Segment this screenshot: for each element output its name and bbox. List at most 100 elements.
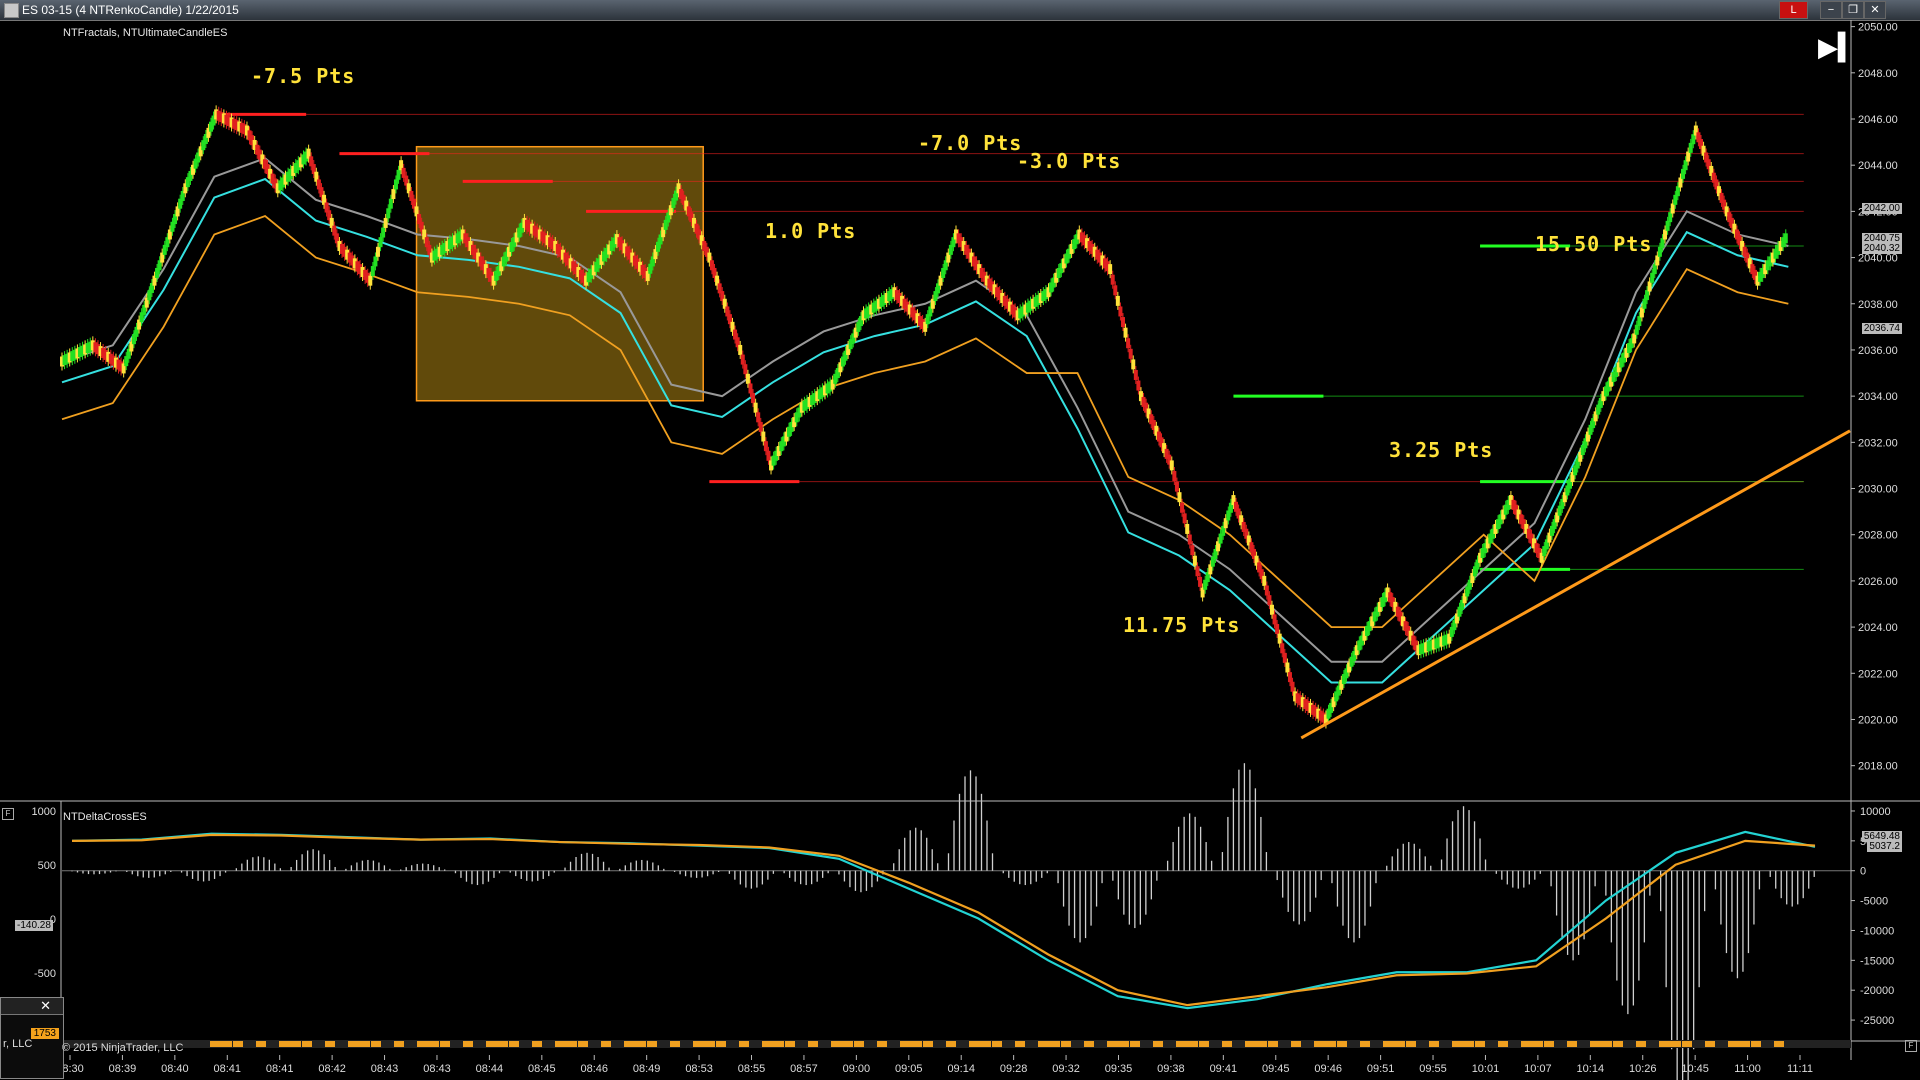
timeline-marker [578, 1041, 588, 1047]
renko-candle [386, 208, 391, 219]
y-tick-label: 2050.00 [1858, 22, 1898, 34]
timeline-marker [394, 1041, 404, 1047]
y-tick-label: 2026.00 [1858, 576, 1898, 588]
renko-candle [1650, 272, 1655, 283]
renko-candle [1131, 359, 1136, 370]
x-tick-label: 08:39 [109, 1063, 137, 1075]
renko-candle [1678, 177, 1683, 188]
timeline-marker [900, 1041, 922, 1047]
y-tick-label: 2044.00 [1858, 160, 1898, 172]
timeline-marker [1452, 1041, 1474, 1047]
timeline-marker [1728, 1041, 1750, 1047]
timeline-marker [1429, 1041, 1439, 1047]
timeline-marker [1038, 1041, 1060, 1047]
skip-to-end-icon[interactable]: ▶▍ [1818, 32, 1858, 63]
timeline-marker [624, 1041, 646, 1047]
left-tick-label: -500 [34, 968, 56, 980]
annotation-pts: 11.75 Pts [1123, 613, 1241, 637]
renko-candle [1174, 481, 1179, 492]
timeline-marker [1590, 1041, 1612, 1047]
renko-candle [1280, 643, 1285, 654]
renko-candle [753, 402, 758, 413]
x-tick-label: 08:42 [318, 1063, 346, 1075]
chart-canvas[interactable]: 2050.00 2048.00 2046.00 2044.00 2042.00 2040.… [0, 0, 1920, 1080]
delta-series-line [71, 833, 1816, 1007]
x-tick-label: 09:38 [1157, 1063, 1185, 1075]
renko-candle [1262, 575, 1267, 586]
x-tick-label: 08:41 [214, 1063, 242, 1075]
mini-window[interactable]: ✕ 1753 r, LLC [0, 997, 64, 1079]
renko-candle [1190, 545, 1195, 556]
timeline-marker [1245, 1041, 1267, 1047]
panel-properties-icon[interactable]: F [2, 808, 14, 820]
timeline-marker [992, 1041, 1002, 1047]
timeline-marker [555, 1041, 577, 1047]
x-tick-label: 08:55 [738, 1063, 766, 1075]
y-tick-label: 2034.00 [1858, 391, 1898, 403]
timeline-marker [808, 1041, 818, 1047]
timeline-marker [279, 1041, 301, 1047]
annotation-pts: -3.0 Pts [1017, 149, 1122, 173]
timeline-marker [325, 1041, 335, 1047]
timeline-marker [1544, 1041, 1554, 1047]
timeline-marker [693, 1041, 715, 1047]
renko-candle [1277, 633, 1282, 644]
renko-candle [1686, 151, 1691, 162]
renko-candle [396, 169, 401, 180]
timeline-marker [1475, 1041, 1485, 1047]
timeline-marker [371, 1041, 381, 1047]
panel-properties-icon-bottom[interactable]: F [1905, 1040, 1917, 1052]
renko-candle [1120, 317, 1125, 328]
timeline-marker [463, 1041, 473, 1047]
x-tick-label: 10:26 [1629, 1063, 1657, 1075]
price-panel-label: NTFractals, NTUltimateCandleES [63, 27, 228, 39]
y-tick-label: 2020.00 [1858, 714, 1898, 726]
timeline-marker [1613, 1041, 1623, 1047]
left-tick-label: 1000 [32, 806, 56, 818]
y-tick-label: 2040.00 [1858, 253, 1898, 265]
renko-candle [1177, 492, 1182, 503]
timeline-marker [1015, 1041, 1025, 1047]
x-tick-label: 09:51 [1367, 1063, 1395, 1075]
renko-candle [738, 344, 743, 355]
renko-candle [1272, 614, 1277, 625]
timeline-marker [1107, 1041, 1129, 1047]
renko-candle [1192, 555, 1197, 566]
renko-candle [761, 431, 766, 442]
x-tick-label: 11:00 [1734, 1063, 1761, 1075]
x-tick-label: 09:41 [1210, 1063, 1238, 1075]
renko-candle [1110, 274, 1115, 285]
renko-candle [391, 189, 396, 200]
left-tick-label: 500 [38, 860, 56, 872]
renko-candle [1128, 348, 1133, 359]
renko-candle [1681, 168, 1686, 179]
renko-candle [370, 266, 375, 277]
mini-window-text: r, LLC [3, 1038, 33, 1050]
timeline-marker [1705, 1041, 1715, 1047]
timeline-marker [1682, 1041, 1692, 1047]
timeline-marker [601, 1041, 611, 1047]
timeline-marker [302, 1041, 312, 1047]
renko-candle [383, 217, 388, 228]
timeline-marker [854, 1041, 864, 1047]
renko-candle [1688, 142, 1693, 153]
timeline-marker [348, 1041, 370, 1047]
timeline-marker [946, 1041, 956, 1047]
x-tick-label: 10:01 [1472, 1063, 1500, 1075]
renko-candle [1185, 523, 1190, 534]
renko-candle [1285, 662, 1290, 673]
renko-candle [1642, 298, 1647, 309]
price-tag: 2042.00 [1861, 203, 1902, 214]
renko-candle [1645, 290, 1650, 301]
close-icon[interactable]: ✕ [40, 998, 51, 1014]
x-tick-label: 09:35 [1105, 1063, 1133, 1075]
renko-candle [1287, 672, 1292, 683]
y-tick-label: 2048.00 [1858, 68, 1898, 80]
timeline-marker [969, 1041, 991, 1047]
renko-candle [766, 450, 771, 461]
renko-candle [1126, 338, 1131, 349]
price-tag: 2036.74 [1861, 323, 1902, 334]
renko-candle [1182, 513, 1187, 524]
timeline-marker [1153, 1041, 1163, 1047]
renko-candle [1113, 285, 1118, 296]
